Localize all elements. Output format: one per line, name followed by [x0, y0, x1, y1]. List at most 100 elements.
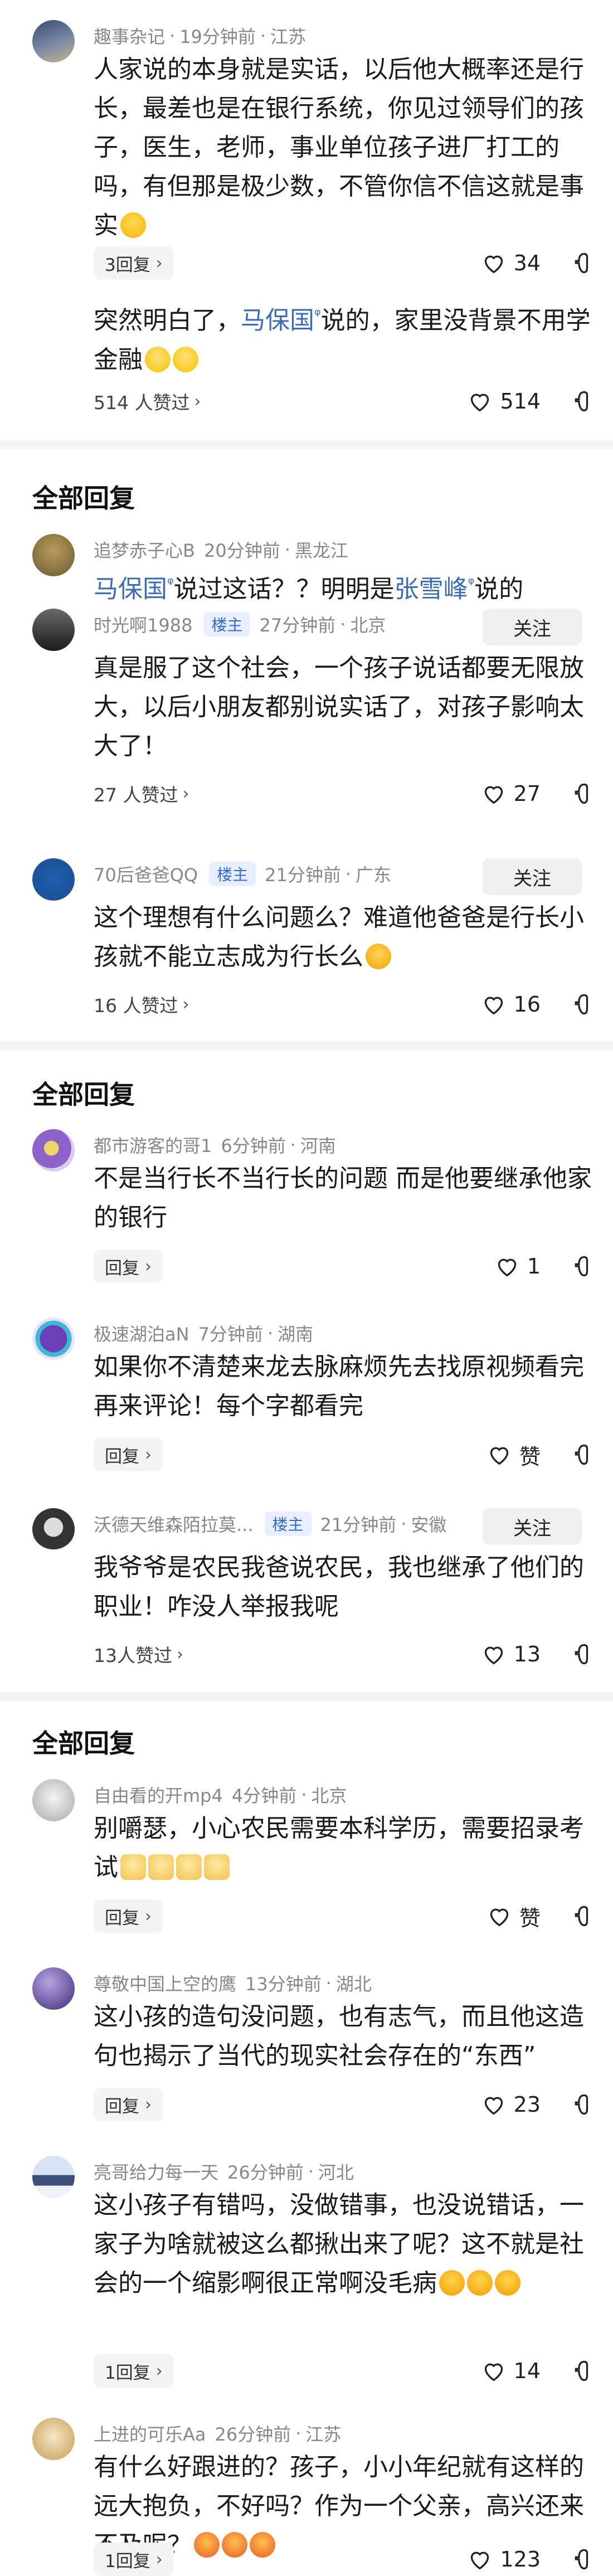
username[interactable]: 追梦赤子心B [94, 537, 195, 562]
chevron-right-icon: › [182, 994, 189, 1014]
reply-button[interactable]: 回复 › [94, 1438, 163, 1471]
like-button[interactable]: 13 [481, 1637, 541, 1671]
dislike-button[interactable] [572, 2543, 596, 2576]
username[interactable]: 自由看的开mp4 [94, 1782, 223, 1807]
heart-icon [490, 1908, 509, 1927]
username[interactable]: 沃德天维森陌拉莫... [94, 1511, 254, 1537]
dog-emoji-icon [176, 1854, 202, 1880]
like-count-label[interactable]: 13人赞过 › [94, 1637, 183, 1671]
avatar[interactable] [32, 1129, 75, 1172]
like-button[interactable]: 赞 [487, 1899, 541, 1933]
dislike-button[interactable] [572, 1637, 596, 1671]
location: 黑龙江 [294, 540, 348, 561]
comments-page: 趣事杂记 · 19分钟前 · 江苏 人家说的本身就是实话，以后他大概率还是行长，… [0, 0, 613, 2576]
mention-link[interactable]: 马保国 [241, 307, 314, 335]
avatar[interactable] [32, 858, 75, 901]
dislike-button[interactable] [572, 2088, 596, 2121]
dislike-button[interactable] [572, 246, 596, 280]
avatar[interactable] [32, 20, 75, 62]
follow-button[interactable]: 关注 [483, 609, 582, 645]
username[interactable]: 尊敬中国上空的鹰 [94, 1970, 236, 1996]
comment-meta: 都市游客的哥1 6分钟前 · 河南 [94, 1134, 336, 1156]
reply-count-button[interactable]: 1回复 › [94, 2543, 174, 2576]
avatar[interactable] [32, 1779, 75, 1821]
reply-count-button[interactable]: 3回复 › [94, 246, 174, 280]
like-count-label[interactable]: 16 人赞过 › [94, 988, 189, 1021]
location: 湖北 [335, 1974, 372, 1995]
dislike-button[interactable] [572, 988, 596, 1021]
reply-button[interactable]: 回复 › [94, 1250, 163, 1283]
cry-emoji-icon [366, 944, 391, 969]
heart-icon [484, 255, 503, 274]
comment-text: 这小孩的造句没问题，也有志气，而且他这造句也揭示了当代的现实社会存在的“东西” [94, 2003, 584, 2070]
username[interactable]: 都市游客的哥1 [94, 1132, 212, 1158]
follow-button[interactable]: 关注 [483, 858, 582, 895]
comment-meta: 70后爸爸QQ 楼主 21分钟前 · 广东 [94, 861, 392, 887]
like-button[interactable]: 514 [468, 385, 541, 418]
like-button[interactable]: 27 [481, 777, 541, 810]
like-count-label[interactable]: 27 人赞过 › [94, 777, 189, 810]
tongue-emoji-icon [222, 2532, 247, 2558]
username[interactable]: 上进的可乐Aa [94, 2421, 206, 2446]
comment-text: 如果你不清楚来龙去脉麻烦先去找原视频看完再来评论！每个字都看完 [94, 1353, 584, 1420]
mention-link[interactable]: 张雪峰 [395, 575, 468, 604]
section-title: 全部回复 [32, 483, 135, 513]
dislike-button[interactable] [572, 2354, 596, 2388]
username[interactable]: 趣事杂记 [94, 23, 165, 48]
avatar[interactable] [32, 1508, 75, 1551]
comment-meta: 趣事杂记 · 19分钟前 · 江苏 [94, 25, 306, 47]
username[interactable]: 70后爸爸QQ [94, 861, 198, 887]
dislike-button[interactable] [572, 1250, 596, 1283]
avatar[interactable] [32, 2418, 75, 2460]
like-count: 赞 [519, 1444, 541, 1469]
reply-count-button[interactable]: 1回复 › [94, 2354, 174, 2388]
time: 21分钟前 [265, 864, 341, 886]
dislike-button[interactable] [572, 1899, 596, 1933]
heart-icon [484, 1646, 503, 1665]
avatar[interactable] [32, 2156, 75, 2198]
comment-text: 真是服了这个社会，一个孩子说话都要无限放大，以后小朋友都别说实话了，对孩子影响太… [94, 654, 584, 760]
avatar[interactable] [32, 1318, 75, 1360]
tongue-emoji-icon [250, 2532, 275, 2558]
like-count-label[interactable]: 514 人赞过 › [94, 385, 201, 418]
reply-button[interactable]: 回复 › [94, 2088, 163, 2121]
dislike-button[interactable] [572, 777, 596, 810]
like-button[interactable]: 16 [481, 988, 541, 1021]
follow-button[interactable]: 关注 [483, 1508, 582, 1545]
heart-icon [490, 1447, 509, 1465]
location: 安徽 [411, 1514, 447, 1535]
username[interactable]: 极速湖泊aN [94, 1320, 189, 1346]
section-title: 全部回复 [32, 1080, 135, 1110]
heart-icon [484, 997, 503, 1015]
username[interactable]: 亮哥给力每一天 [94, 2159, 218, 2184]
heart-icon [471, 2551, 489, 2570]
like-button[interactable]: 123 [468, 2543, 541, 2576]
like-button[interactable]: 23 [481, 2088, 541, 2121]
dislike-button[interactable] [572, 1438, 596, 1471]
reply-button[interactable]: 回复 › [94, 1899, 163, 1933]
like-button[interactable]: 赞 [487, 1438, 541, 1471]
comment-meta: 上进的可乐Aa 26分钟前 · 江苏 [94, 2421, 341, 2446]
comment-meta: 沃德天维森陌拉莫... 楼主 21分钟前 · 安徽 [94, 1511, 447, 1537]
avatar[interactable] [32, 534, 75, 576]
location: 北京 [350, 615, 386, 636]
time: 6分钟前 [221, 1135, 286, 1156]
shock-emoji-icon [439, 2270, 465, 2296]
location: 广东 [356, 864, 392, 886]
like-count: 14 [513, 2359, 541, 2383]
divider [0, 440, 613, 449]
time: 19分钟前 [179, 26, 256, 47]
like-button[interactable]: 34 [481, 246, 541, 280]
avatar[interactable] [32, 609, 75, 651]
username[interactable]: 时光啊1988 [94, 611, 192, 637]
time: 13分钟前 [245, 1974, 322, 1995]
mention-link[interactable]: 马保国 [94, 575, 167, 604]
location: 河南 [300, 1135, 336, 1156]
like-button[interactable]: 14 [481, 2354, 541, 2388]
chevron-right-icon: › [145, 2094, 152, 2115]
dislike-button[interactable] [572, 385, 596, 418]
like-count: 23 [513, 2092, 541, 2117]
like-button[interactable]: 1 [495, 1250, 541, 1283]
avatar[interactable] [32, 1967, 75, 2010]
heart-icon [471, 393, 489, 412]
